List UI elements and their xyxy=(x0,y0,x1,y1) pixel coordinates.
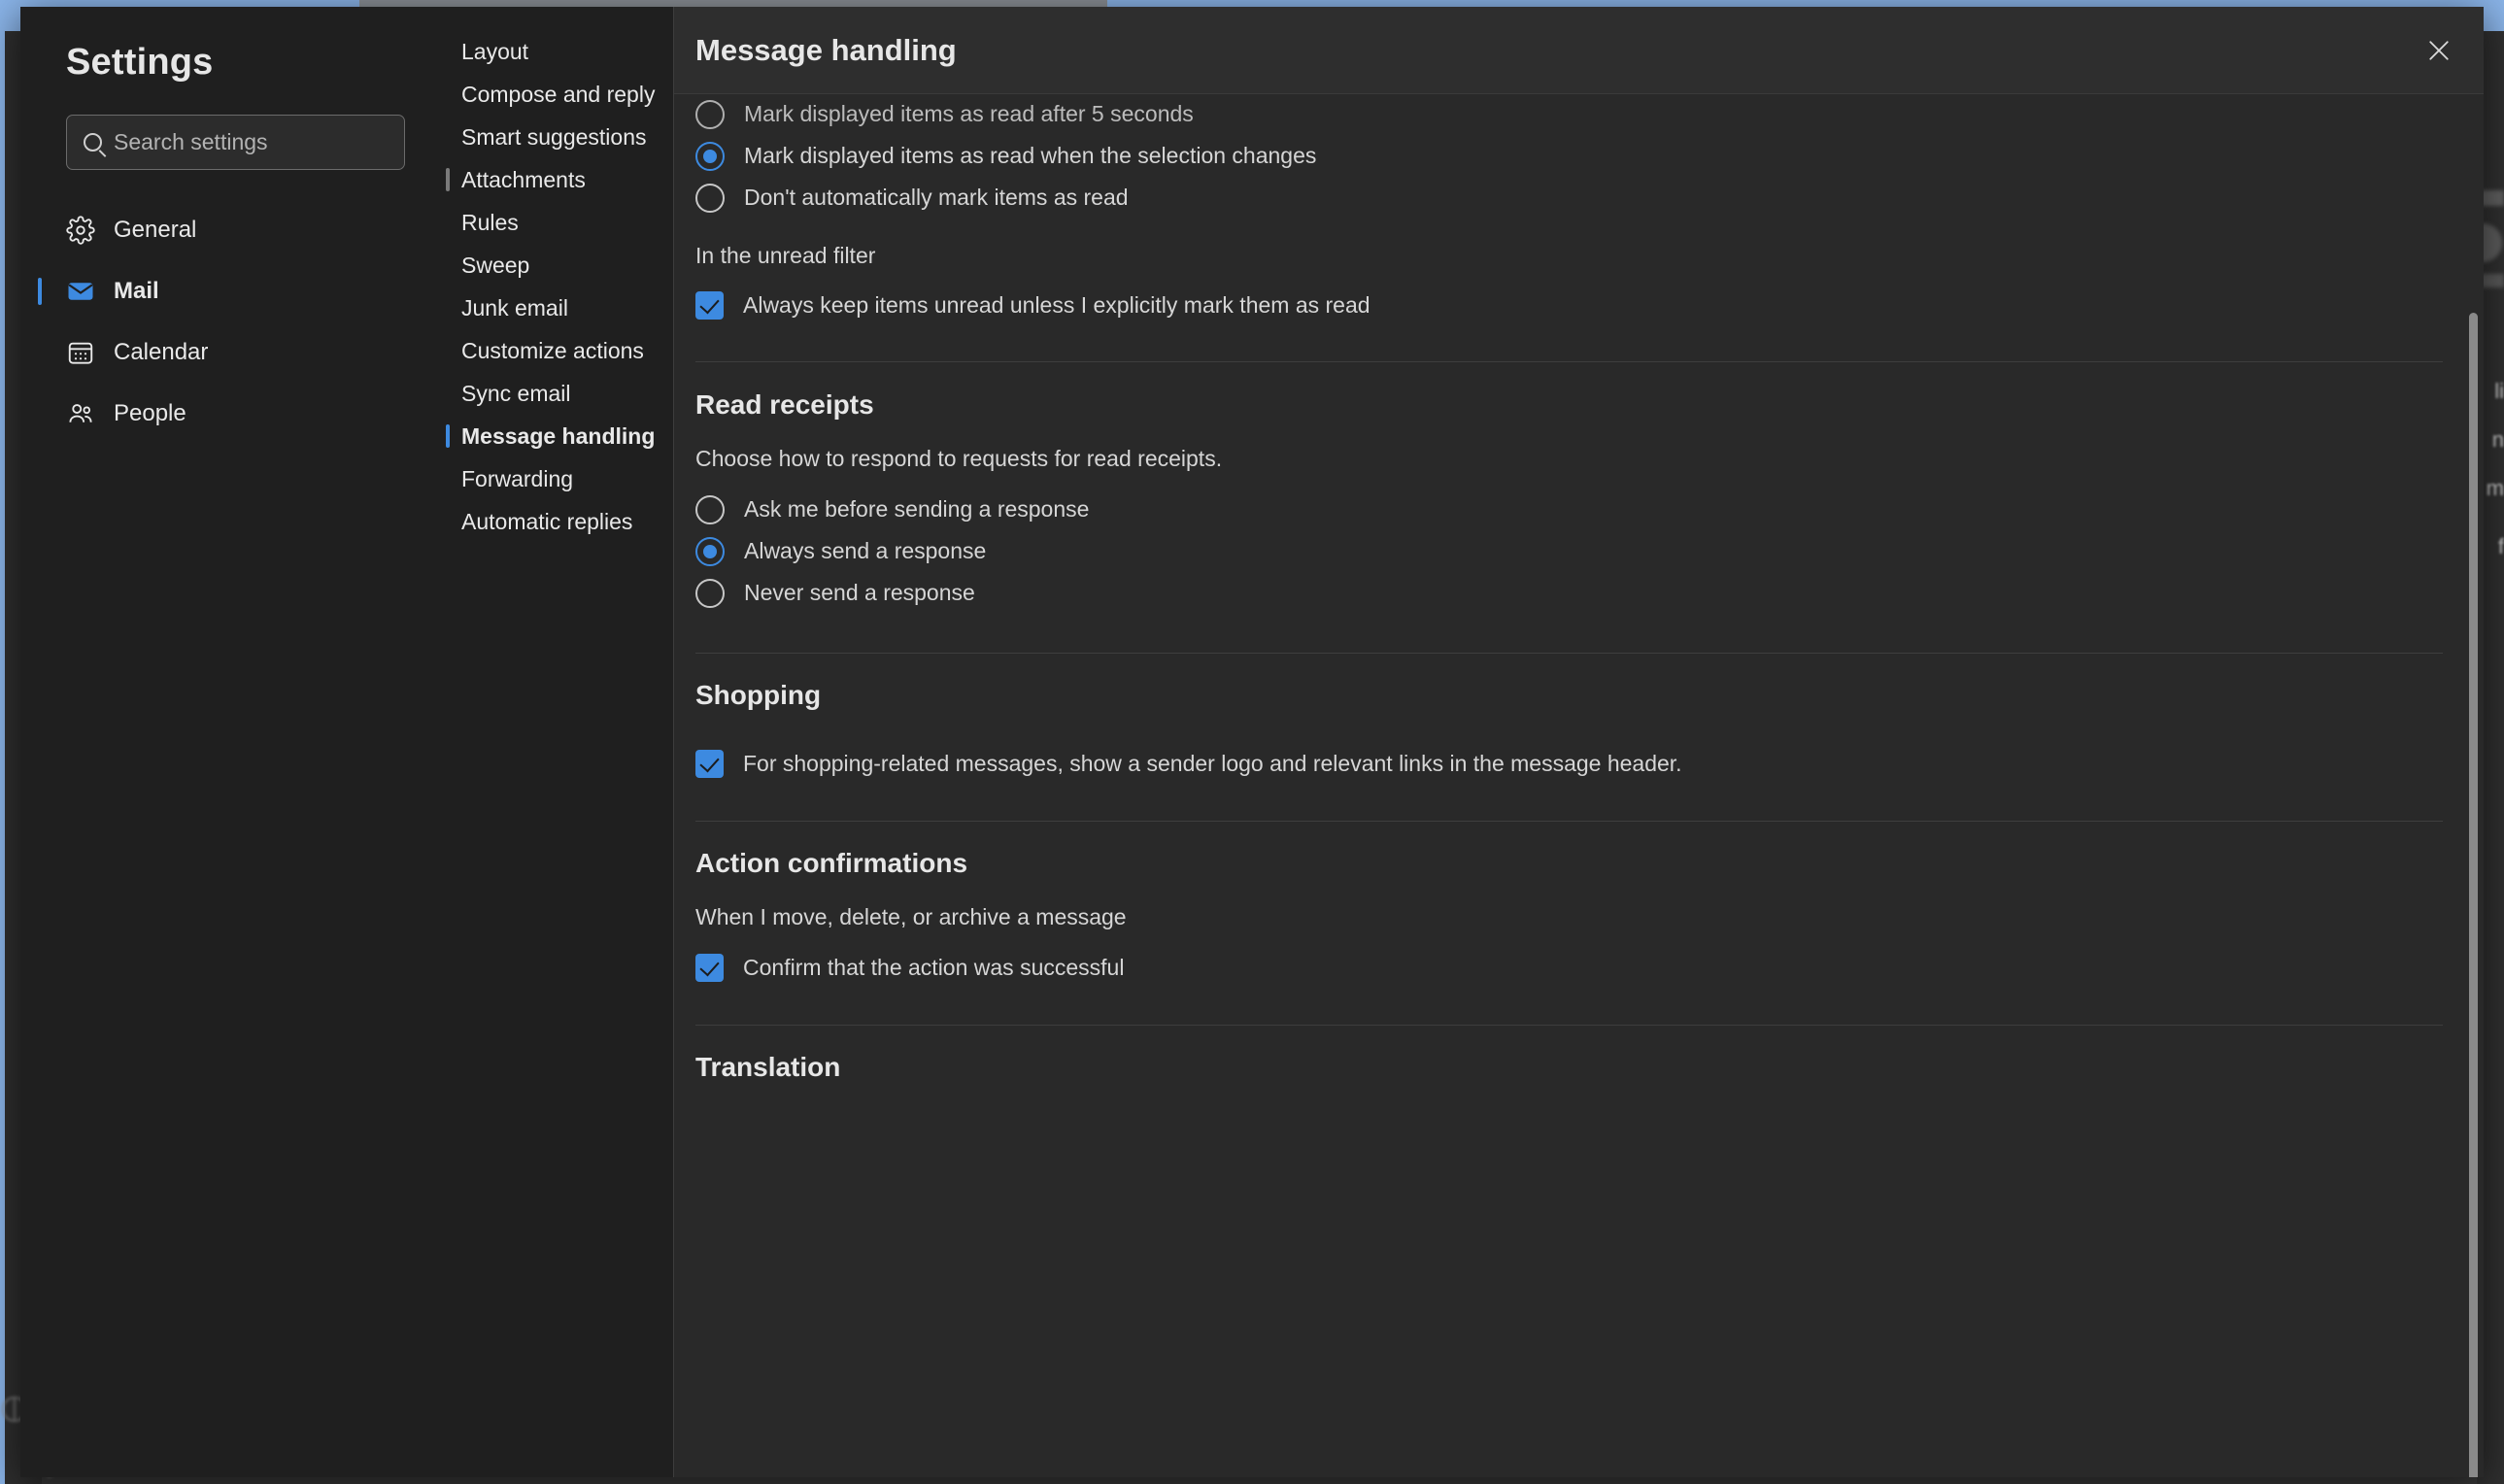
radio-icon xyxy=(695,536,725,566)
option-label: Mark displayed items as read when the se… xyxy=(744,143,1317,168)
radio-mark-on-selection-change[interactable]: Mark displayed items as read when the se… xyxy=(695,136,2484,176)
option-label: Confirm that the action was successful xyxy=(743,955,1125,980)
sidebar-item-calendar[interactable]: Calendar xyxy=(20,321,433,383)
checkbox-confirm-action-successful[interactable]: Confirm that the action was successful xyxy=(695,948,2484,988)
sidebar-item-people[interactable]: People xyxy=(20,383,433,444)
category-item-customize-actions[interactable]: Customize actions xyxy=(433,329,673,372)
option-label: Always keep items unread unless I explic… xyxy=(743,292,1370,318)
section-title-action-confirmations: Action confirmations xyxy=(695,848,968,878)
category-item-smart-suggestions[interactable]: Smart suggestions xyxy=(433,116,673,158)
sidebar-item-label: People xyxy=(114,399,186,426)
background-text-fragment: f xyxy=(2497,534,2504,558)
category-item-layout[interactable]: Layout xyxy=(433,30,673,73)
category-label: Sync email xyxy=(461,380,571,406)
detail-title: Message handling xyxy=(695,32,957,67)
radio-icon xyxy=(695,183,725,213)
category-label: Layout xyxy=(461,38,529,64)
mail-icon xyxy=(66,277,95,306)
gear-icon xyxy=(66,215,95,245)
category-label: Message handling xyxy=(461,422,656,449)
sidebar-item-label: General xyxy=(114,216,197,243)
read-receipts-description: Choose how to respond to requests for re… xyxy=(695,446,1223,471)
category-item-sweep[interactable]: Sweep xyxy=(433,244,673,287)
section-title-translation: Translation xyxy=(695,1052,841,1082)
close-button[interactable] xyxy=(2416,27,2462,74)
radio-always-send[interactable]: Always send a response xyxy=(695,531,2484,571)
option-label: Don't automatically mark items as read xyxy=(744,185,1129,210)
category-label: Automatic replies xyxy=(461,508,633,534)
detail-header: Message handling xyxy=(674,7,2484,94)
settings-nav-pane: Settings General xyxy=(20,7,433,1477)
radio-icon xyxy=(695,141,725,171)
checkbox-icon xyxy=(695,954,724,982)
checkbox-icon xyxy=(695,291,724,320)
category-item-attachments[interactable]: Attachments xyxy=(433,158,673,201)
background-text-fragment: li xyxy=(2494,379,2504,403)
action-confirmations-sub-label: When I move, delete, or archive a messag… xyxy=(695,904,1127,929)
detail-body: Mark displayed items as read after 5 sec… xyxy=(674,94,2484,1477)
sidebar-item-label: Calendar xyxy=(114,338,209,365)
category-item-automatic-replies[interactable]: Automatic replies xyxy=(433,500,673,543)
category-item-message-handling[interactable]: Message handling xyxy=(433,415,673,457)
radio-never-send[interactable]: Never send a response xyxy=(695,573,2484,613)
settings-root-list: General Mail Calendar People xyxy=(20,199,433,444)
category-label: Junk email xyxy=(461,294,568,320)
people-icon xyxy=(66,399,95,428)
sidebar-item-label: Mail xyxy=(114,277,159,304)
sidebar-item-general[interactable]: General xyxy=(20,199,433,260)
detail-pane: Message handling Mark displayed items as… xyxy=(674,7,2484,1477)
option-label: Mark displayed items as read after 5 sec… xyxy=(744,101,1194,126)
category-item-sync-email[interactable]: Sync email xyxy=(433,372,673,415)
unread-filter-heading: In the unread filter xyxy=(695,243,876,268)
category-item-junk-email[interactable]: Junk email xyxy=(433,287,673,329)
detail-scrollbar[interactable] xyxy=(2469,313,2478,1477)
sidebar-item-mail[interactable]: Mail xyxy=(20,260,433,321)
background-text-fragment: n xyxy=(2491,427,2504,452)
option-label: Always send a response xyxy=(744,538,987,563)
category-item-rules[interactable]: Rules xyxy=(433,201,673,244)
radio-icon xyxy=(695,99,725,129)
search-icon xyxy=(84,133,102,152)
page-title: Settings xyxy=(66,42,214,83)
section-title-read-receipts: Read receipts xyxy=(695,389,874,420)
search-input[interactable] xyxy=(114,129,390,155)
close-icon xyxy=(2429,41,2449,60)
background-text-fragment: m xyxy=(2486,476,2504,500)
category-label: Customize actions xyxy=(461,337,644,363)
option-label: For shopping-related messages, show a se… xyxy=(743,751,1682,776)
category-label: Sweep xyxy=(461,252,530,278)
radio-mark-after-5-seconds[interactable]: Mark displayed items as read after 5 sec… xyxy=(695,94,2484,134)
checkbox-always-keep-unread[interactable]: Always keep items unread unless I explic… xyxy=(695,286,2484,325)
category-label: Rules xyxy=(461,209,519,235)
category-label: Smart suggestions xyxy=(461,123,647,150)
section-title-shopping: Shopping xyxy=(695,680,822,710)
radio-icon xyxy=(695,578,725,608)
calendar-icon xyxy=(66,338,95,367)
category-label: Attachments xyxy=(461,166,586,192)
radio-ask-before-sending[interactable]: Ask me before sending a response xyxy=(695,489,2484,529)
option-label: Never send a response xyxy=(744,580,975,605)
settings-dialog: Settings General xyxy=(20,7,2484,1477)
search-settings-box[interactable] xyxy=(66,115,405,170)
category-label: Compose and reply xyxy=(461,81,656,107)
category-item-forwarding[interactable]: Forwarding xyxy=(433,457,673,500)
category-item-compose-and-reply[interactable]: Compose and reply xyxy=(433,73,673,116)
option-label: Ask me before sending a response xyxy=(744,496,1090,522)
category-label: Forwarding xyxy=(461,465,574,491)
radio-dont-auto-mark[interactable]: Don't automatically mark items as read xyxy=(695,178,2484,218)
checkbox-icon xyxy=(695,750,724,778)
category-nav-pane: Layout Compose and reply Smart suggestio… xyxy=(433,7,674,1477)
checkbox-shopping-sender-logo[interactable]: For shopping-related messages, show a se… xyxy=(695,744,2484,784)
radio-icon xyxy=(695,494,725,524)
